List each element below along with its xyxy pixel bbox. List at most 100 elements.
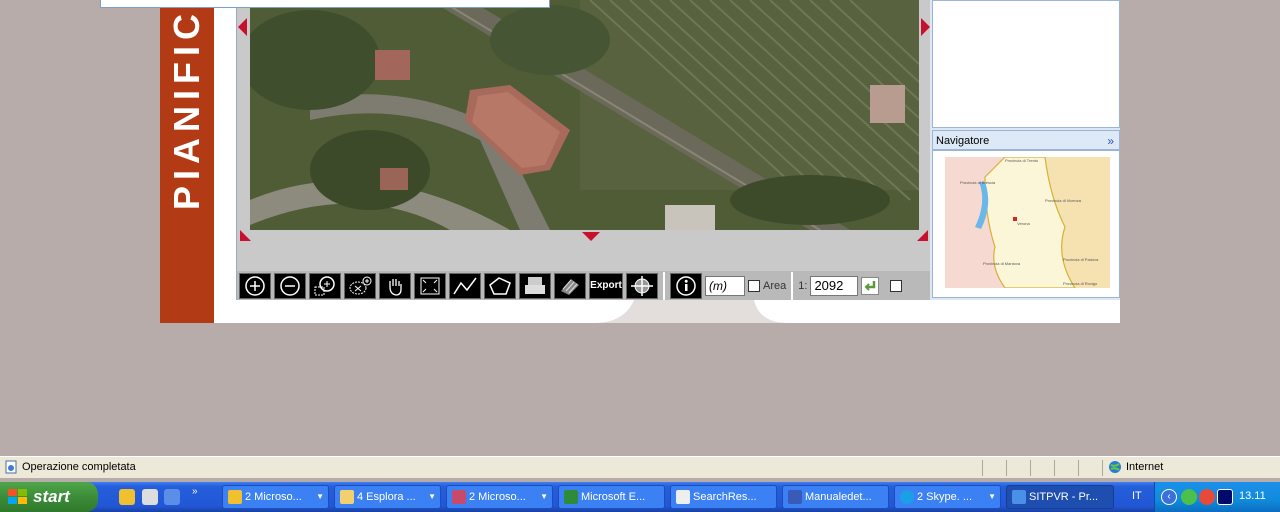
scale-prefix: 1: <box>798 279 808 292</box>
area-checkbox[interactable] <box>748 279 760 292</box>
folder-icon <box>340 490 354 504</box>
pan-right-arrow[interactable] <box>921 18 930 36</box>
measure-area-button[interactable] <box>484 272 516 299</box>
start-label: start <box>33 487 70 506</box>
hand-icon <box>389 278 402 296</box>
zoom-in-button[interactable] <box>239 272 271 299</box>
export-button[interactable]: Export <box>589 272 623 299</box>
zoom-box-button[interactable] <box>309 272 341 299</box>
ie-icon <box>1012 490 1026 504</box>
quicklaunch-more-icon[interactable]: » <box>192 486 198 497</box>
quicklaunch-media-icon[interactable] <box>142 489 158 505</box>
taskbar: start » 2 Microso... ▼ 4 Esplora ... ▼ 2 M… <box>0 482 1280 512</box>
full-extent-button[interactable] <box>414 272 446 299</box>
skype-icon <box>900 490 914 504</box>
aerial-map[interactable] <box>250 0 919 230</box>
windows-flag-icon <box>8 489 27 504</box>
task-button-excel[interactable]: Microsoft E... <box>558 485 665 509</box>
map-label-vicenza: Provincia di Vicenza <box>1045 198 1082 203</box>
outlook-icon <box>228 490 242 504</box>
security-zone: Internet <box>1126 461 1164 473</box>
quicklaunch-ie-icon[interactable] <box>164 489 180 505</box>
vertical-banner: PIANIFICA <box>160 0 214 323</box>
zoom-extent-button[interactable] <box>344 272 376 299</box>
map-label-trento: Provincia di Trento <box>1005 158 1039 163</box>
pan-southwest-arrow[interactable] <box>240 230 251 241</box>
print-button[interactable] <box>519 272 551 299</box>
measure-unit-field[interactable]: (m) <box>705 275 745 296</box>
zoom-in-icon <box>245 275 265 296</box>
pan-left-arrow[interactable] <box>238 18 247 36</box>
return-arrow-icon <box>865 280 876 291</box>
map-label-mantova: Provincia di Mantova <box>983 261 1021 266</box>
language-indicator[interactable]: IT <box>1132 490 1142 502</box>
task-label: 2 Microso... <box>469 491 526 503</box>
dropdown-arrow-icon: ▼ <box>540 492 548 501</box>
excel-icon <box>564 490 578 504</box>
navigator-header[interactable]: Navigatore » <box>932 130 1120 150</box>
clock[interactable]: 13.11 <box>1239 490 1266 502</box>
zoom-extent-icon <box>349 276 372 294</box>
map-toolbar: Export (m) Area 1: 2092 <box>237 271 930 300</box>
task-label: 2 Microso... <box>245 491 302 503</box>
dropdown-arrow-icon: ▼ <box>428 492 436 501</box>
area-label: Area <box>763 279 787 292</box>
pan-button[interactable] <box>379 272 411 299</box>
map-label-verona: Verona <box>1017 221 1030 226</box>
zoom-box-icon <box>314 275 335 295</box>
word-icon <box>788 490 802 504</box>
task-button-access[interactable]: 2 Microso... ▼ <box>446 485 553 509</box>
start-button[interactable]: start <box>0 482 98 512</box>
info-button[interactable] <box>670 272 702 299</box>
task-button-searchresults[interactable]: SearchRes... <box>670 485 777 509</box>
zoom-out-icon <box>280 275 300 296</box>
page-icon <box>5 460 17 474</box>
apply-scale-button[interactable] <box>861 276 880 295</box>
pan-southeast-arrow[interactable] <box>917 230 928 241</box>
status-bar: Operazione completata Internet <box>0 456 1280 478</box>
popup-window-edge <box>100 0 550 8</box>
task-button-browser[interactable]: SITPVR - Pr... <box>1006 485 1114 509</box>
layers-icon <box>561 278 579 295</box>
navigator-panel: Provincia di Trento Provincia di Brescia… <box>932 150 1120 298</box>
browser-viewport: PIANIFICA Export (m) Area 1: 2092 Naviga… <box>0 0 1280 323</box>
dropdown-arrow-icon: ▼ <box>988 492 996 501</box>
polygon-icon <box>489 276 511 295</box>
navigator-title: Navigatore <box>936 135 990 147</box>
task-button-outlook[interactable]: 2 Microso... ▼ <box>222 485 329 509</box>
system-tray: ‹ 13.11 <box>1154 482 1280 512</box>
quicklaunch-outlook-icon[interactable] <box>119 489 135 505</box>
tray-expand-icon[interactable]: ‹ <box>1161 489 1177 505</box>
zoom-out-button[interactable] <box>274 272 306 299</box>
measure-line-button[interactable] <box>449 272 481 299</box>
overview-map[interactable]: Provincia di Trento Provincia di Brescia… <box>945 156 1110 289</box>
task-label: SITPVR - Pr... <box>1029 491 1099 503</box>
print-icon <box>525 276 545 294</box>
task-button-explorer[interactable]: 4 Esplora ... ▼ <box>334 485 441 509</box>
task-label: SearchRes... <box>693 491 757 503</box>
task-button-word[interactable]: Manualedet... <box>782 485 889 509</box>
map-label-rovigo: Provincia di Rovigo <box>1063 281 1098 286</box>
map-label-padova: Provincia di Padova <box>1063 257 1099 262</box>
collapse-chevron-icon[interactable]: » <box>1107 131 1114 151</box>
tray-antivirus-icon[interactable] <box>1199 489 1215 505</box>
scale-input[interactable]: 2092 <box>810 275 859 296</box>
task-label: 4 Esplora ... <box>357 491 416 503</box>
polyline-icon <box>453 277 477 294</box>
toolbar-separator <box>663 271 665 300</box>
toolbar-separator <box>791 271 794 300</box>
option-checkbox[interactable] <box>890 279 903 292</box>
layers-button[interactable] <box>554 272 586 299</box>
task-button-skype[interactable]: 2 Skype. ... ▼ <box>894 485 1001 509</box>
task-label: Microsoft E... <box>581 491 646 503</box>
legend-box <box>932 0 1120 128</box>
task-label: 2 Skype. ... <box>917 491 973 503</box>
access-icon <box>452 490 466 504</box>
tray-monitor-icon[interactable] <box>1217 489 1233 505</box>
tray-messenger-icon[interactable] <box>1181 489 1197 505</box>
pan-down-arrow[interactable] <box>582 232 600 241</box>
center-map-button[interactable] <box>626 272 658 299</box>
dropdown-arrow-icon: ▼ <box>316 492 324 501</box>
crosshair-icon <box>631 275 653 296</box>
decorative-curves <box>214 300 1120 323</box>
